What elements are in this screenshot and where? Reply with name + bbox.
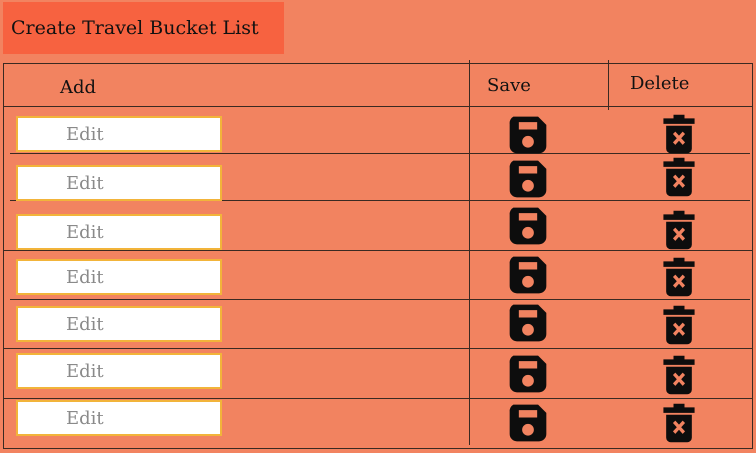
page-title: Create Travel Bucket List — [3, 2, 284, 54]
delete-icon-graphic — [663, 257, 695, 297]
delete-icon-graphic — [663, 210, 695, 250]
save-icon-graphic — [509, 207, 547, 245]
table-header-divider — [3, 106, 753, 107]
save-icon[interactable] — [506, 253, 550, 297]
save-icon-graphic — [509, 256, 547, 294]
save-icon[interactable] — [506, 157, 550, 201]
header-add: Add — [60, 77, 97, 98]
header-save: Save — [487, 75, 531, 96]
bucket-item-input[interactable] — [16, 116, 222, 152]
save-icon-graphic — [509, 355, 547, 393]
delete-icon-graphic — [663, 355, 695, 395]
delete-icon-graphic — [663, 403, 695, 443]
bucket-item-input[interactable] — [16, 353, 222, 389]
delete-icon[interactable] — [657, 255, 701, 299]
save-icon[interactable] — [506, 352, 550, 396]
table-left-border — [3, 63, 4, 449]
column-divider-save — [469, 60, 470, 445]
save-icon[interactable] — [506, 401, 550, 445]
save-icon-graphic — [509, 160, 547, 198]
header-delete: Delete — [630, 73, 690, 94]
delete-icon-graphic — [663, 114, 695, 154]
bucket-item-input[interactable] — [16, 259, 222, 295]
row-divider — [3, 250, 753, 251]
save-icon-graphic — [509, 404, 547, 442]
save-icon-graphic — [509, 116, 547, 154]
column-divider-delete — [608, 60, 609, 110]
table-top-border — [3, 63, 753, 64]
save-icon[interactable] — [506, 113, 550, 157]
bucket-item-input[interactable] — [16, 306, 222, 342]
delete-icon[interactable] — [657, 112, 701, 156]
delete-icon[interactable] — [657, 303, 701, 347]
save-icon[interactable] — [506, 301, 550, 345]
bucket-item-input[interactable] — [16, 165, 222, 201]
row-divider — [10, 153, 750, 154]
delete-icon[interactable] — [657, 401, 701, 445]
delete-icon[interactable] — [657, 208, 701, 252]
table-right-border — [752, 63, 753, 449]
delete-icon-graphic — [663, 305, 695, 345]
row-divider — [10, 299, 750, 300]
page-title-text: Create Travel Bucket List — [11, 17, 259, 39]
row-divider — [3, 348, 753, 349]
save-icon-graphic — [509, 304, 547, 342]
delete-icon[interactable] — [657, 353, 701, 397]
row-divider — [3, 398, 753, 399]
bucket-item-input[interactable] — [16, 214, 222, 250]
delete-icon[interactable] — [657, 155, 701, 199]
table-bottom-border — [3, 448, 753, 449]
delete-icon-graphic — [663, 157, 695, 197]
save-icon[interactable] — [506, 204, 550, 248]
bucket-item-input[interactable] — [16, 400, 222, 436]
